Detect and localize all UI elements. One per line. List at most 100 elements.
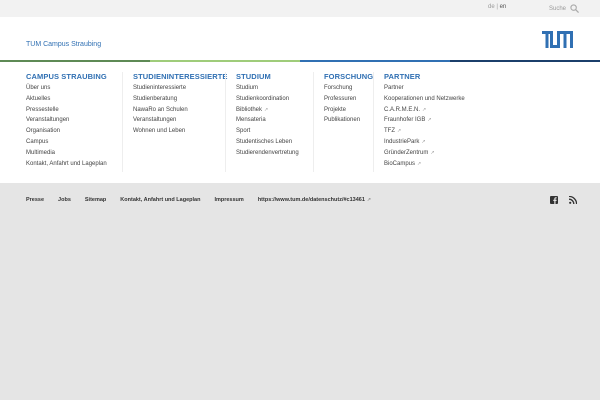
lang-en-link[interactable]: en	[500, 4, 507, 10]
menu-item[interactable]: Studieninteressierte	[133, 83, 228, 94]
stripe-segment	[0, 60, 150, 62]
menu-item-label: Pressestelle	[26, 106, 59, 113]
menu-item[interactable]: Kontakt, Anfahrt und Lageplan	[26, 159, 107, 170]
menu-item-label: Kontakt, Anfahrt und Lageplan	[26, 160, 107, 167]
search-button[interactable]: Suche	[549, 4, 580, 13]
menu-item[interactable]: Partner	[384, 83, 465, 94]
menu-heading[interactable]: FORSCHUNG	[324, 72, 373, 81]
menu-item-label: Multimedia	[26, 149, 56, 156]
menu-item-label: Bibliothek	[236, 106, 263, 113]
menu-item[interactable]: Studienkoordination	[236, 94, 299, 105]
external-link-icon: ↗	[397, 128, 402, 135]
external-link-icon: ↗	[421, 138, 426, 145]
menu-item[interactable]: Forschung	[324, 83, 373, 94]
menu-item[interactable]: NawaRo an Schulen	[133, 105, 228, 116]
menu-item-label: Organisation	[26, 128, 61, 135]
menu-item-label: BioCampus	[384, 160, 416, 167]
stripe-segment	[150, 60, 300, 62]
menu-item[interactable]: Pressestelle	[26, 105, 107, 116]
menu-item-label: Fraunhofer IGB	[384, 117, 426, 124]
menu-item-label: Kooperationen und Netzwerke	[384, 95, 465, 102]
menu-item[interactable]: Über uns	[26, 83, 107, 94]
menu-item-label: Veranstaltungen	[26, 117, 70, 124]
menu-item[interactable]: Fraunhofer IGB ↗	[384, 115, 465, 126]
site-title-link[interactable]: TUM Campus Straubing	[26, 41, 101, 48]
menu-heading[interactable]: STUDIENINTERESSIERTE	[133, 72, 228, 81]
menu-item[interactable]: Multimedia	[26, 148, 107, 159]
tum-logo[interactable]	[542, 31, 573, 48]
menu-item-label: Studieninteressierte	[133, 85, 187, 91]
menu-item[interactable]: Studienberatung	[133, 94, 228, 105]
header: TUM Campus Straubing CAMPUS STRAUBING Übe…	[0, 17, 600, 183]
menu-item[interactable]: Sport	[236, 126, 299, 137]
menu-item[interactable]: Kooperationen und Netzwerke	[384, 94, 465, 105]
search-icon	[570, 4, 580, 13]
menu-heading[interactable]: CAMPUS STRAUBING	[26, 72, 107, 81]
menu-item[interactable]: Aktuelles	[26, 94, 107, 105]
menu-heading[interactable]: PARTNER	[384, 72, 465, 81]
stripe-segment	[300, 60, 450, 62]
menu-item-label: IndustriePark	[384, 138, 420, 145]
social-icons	[550, 196, 577, 204]
footer-link-impressum[interactable]: Impressum	[214, 197, 243, 203]
menu-item-label: Forschung	[324, 85, 353, 91]
menu-item-label: Partner	[384, 85, 404, 91]
external-link-icon: ↗	[430, 149, 435, 156]
menu-item-label: Studienkoordination	[236, 95, 290, 102]
footer-link-kontakt[interactable]: Kontakt, Anfahrt und Lageplan	[120, 197, 200, 203]
top-bar: de | en Suche	[0, 0, 600, 17]
menu-item[interactable]: TFZ ↗	[384, 126, 465, 137]
menu-item[interactable]: Veranstaltungen	[26, 115, 107, 126]
menu-item[interactable]: Wohnen und Leben	[133, 126, 228, 137]
menu-item[interactable]: Veranstaltungen	[133, 115, 228, 126]
menu-column-studium: STUDIUM Studium Studienkoordination Bibliot…	[236, 72, 299, 159]
menu-item-label: Sport	[236, 128, 251, 135]
menu-item-label: Studentisches Leben	[236, 138, 293, 145]
menu-item-label: Studienberatung	[133, 95, 178, 102]
lang-separator: |	[496, 4, 498, 10]
menu-heading[interactable]: STUDIUM	[236, 72, 299, 81]
external-link-icon: ↗	[366, 197, 372, 203]
external-link-icon: ↗	[427, 117, 432, 124]
external-link-icon: ↗	[422, 106, 427, 113]
footer-link-jobs[interactable]: Jobs	[58, 197, 71, 203]
search-label: Suche	[549, 5, 567, 12]
menu-item[interactable]: Bibliothek ↗	[236, 105, 299, 116]
menu-item[interactable]: GründerZentrum ↗	[384, 148, 465, 159]
menu-item-label: C.A.R.M.E.N.	[384, 106, 421, 113]
menu-item-label: Professuren	[324, 95, 357, 102]
menu-item[interactable]: Professuren	[324, 94, 373, 105]
menu-item[interactable]: Organisation	[26, 126, 107, 137]
menu-item-label: Aktuelles	[26, 95, 51, 102]
menu-item[interactable]: Publikationen	[324, 115, 373, 126]
menu-item-label: Wohnen und Leben	[133, 128, 186, 135]
rss-icon[interactable]	[569, 196, 577, 204]
color-stripe	[0, 60, 600, 62]
menu-item[interactable]: BioCampus ↗	[384, 159, 465, 170]
menu-item-label: Publikationen	[324, 117, 361, 124]
language-switcher: de | en	[488, 4, 506, 10]
column-divider	[225, 72, 226, 172]
menu-item[interactable]: Studentisches Leben	[236, 137, 299, 148]
menu-item-label: NawaRo an Schulen	[133, 106, 188, 113]
menu-item[interactable]: Campus	[26, 137, 107, 148]
menu-item-label: Mensateria	[236, 117, 266, 124]
menu-item[interactable]: IndustriePark ↗	[384, 137, 465, 148]
menu-column-partner: PARTNER Partner Kooperationen und Netzwerk…	[384, 72, 465, 169]
menu-item[interactable]: C.A.R.M.E.N. ↗	[384, 105, 465, 116]
menu-item[interactable]: Studium	[236, 83, 299, 94]
menu-item[interactable]: Projekte	[324, 105, 373, 116]
menu-item-label: Studium	[236, 85, 259, 91]
menu-column-studieninteressierte: STUDIENINTERESSIERTE Studieninteressierte…	[133, 72, 228, 137]
stripe-segment	[450, 60, 600, 62]
column-divider	[373, 72, 374, 172]
external-link-icon: ↗	[417, 160, 422, 167]
menu-item[interactable]: Mensateria	[236, 115, 299, 126]
footer-links: Presse Jobs Sitemap Kontakt, Anfahrt und…	[26, 197, 371, 203]
facebook-icon[interactable]	[550, 196, 558, 204]
footer-link-presse[interactable]: Presse	[26, 197, 44, 203]
footer-link-datenschutz[interactable]: https://www.tum.de/datenschutz/#c13461 ↗	[258, 197, 371, 203]
footer-link-sitemap[interactable]: Sitemap	[85, 197, 106, 203]
lang-de-link[interactable]: de	[488, 4, 495, 10]
menu-item[interactable]: Studierendenvertretung	[236, 148, 299, 159]
